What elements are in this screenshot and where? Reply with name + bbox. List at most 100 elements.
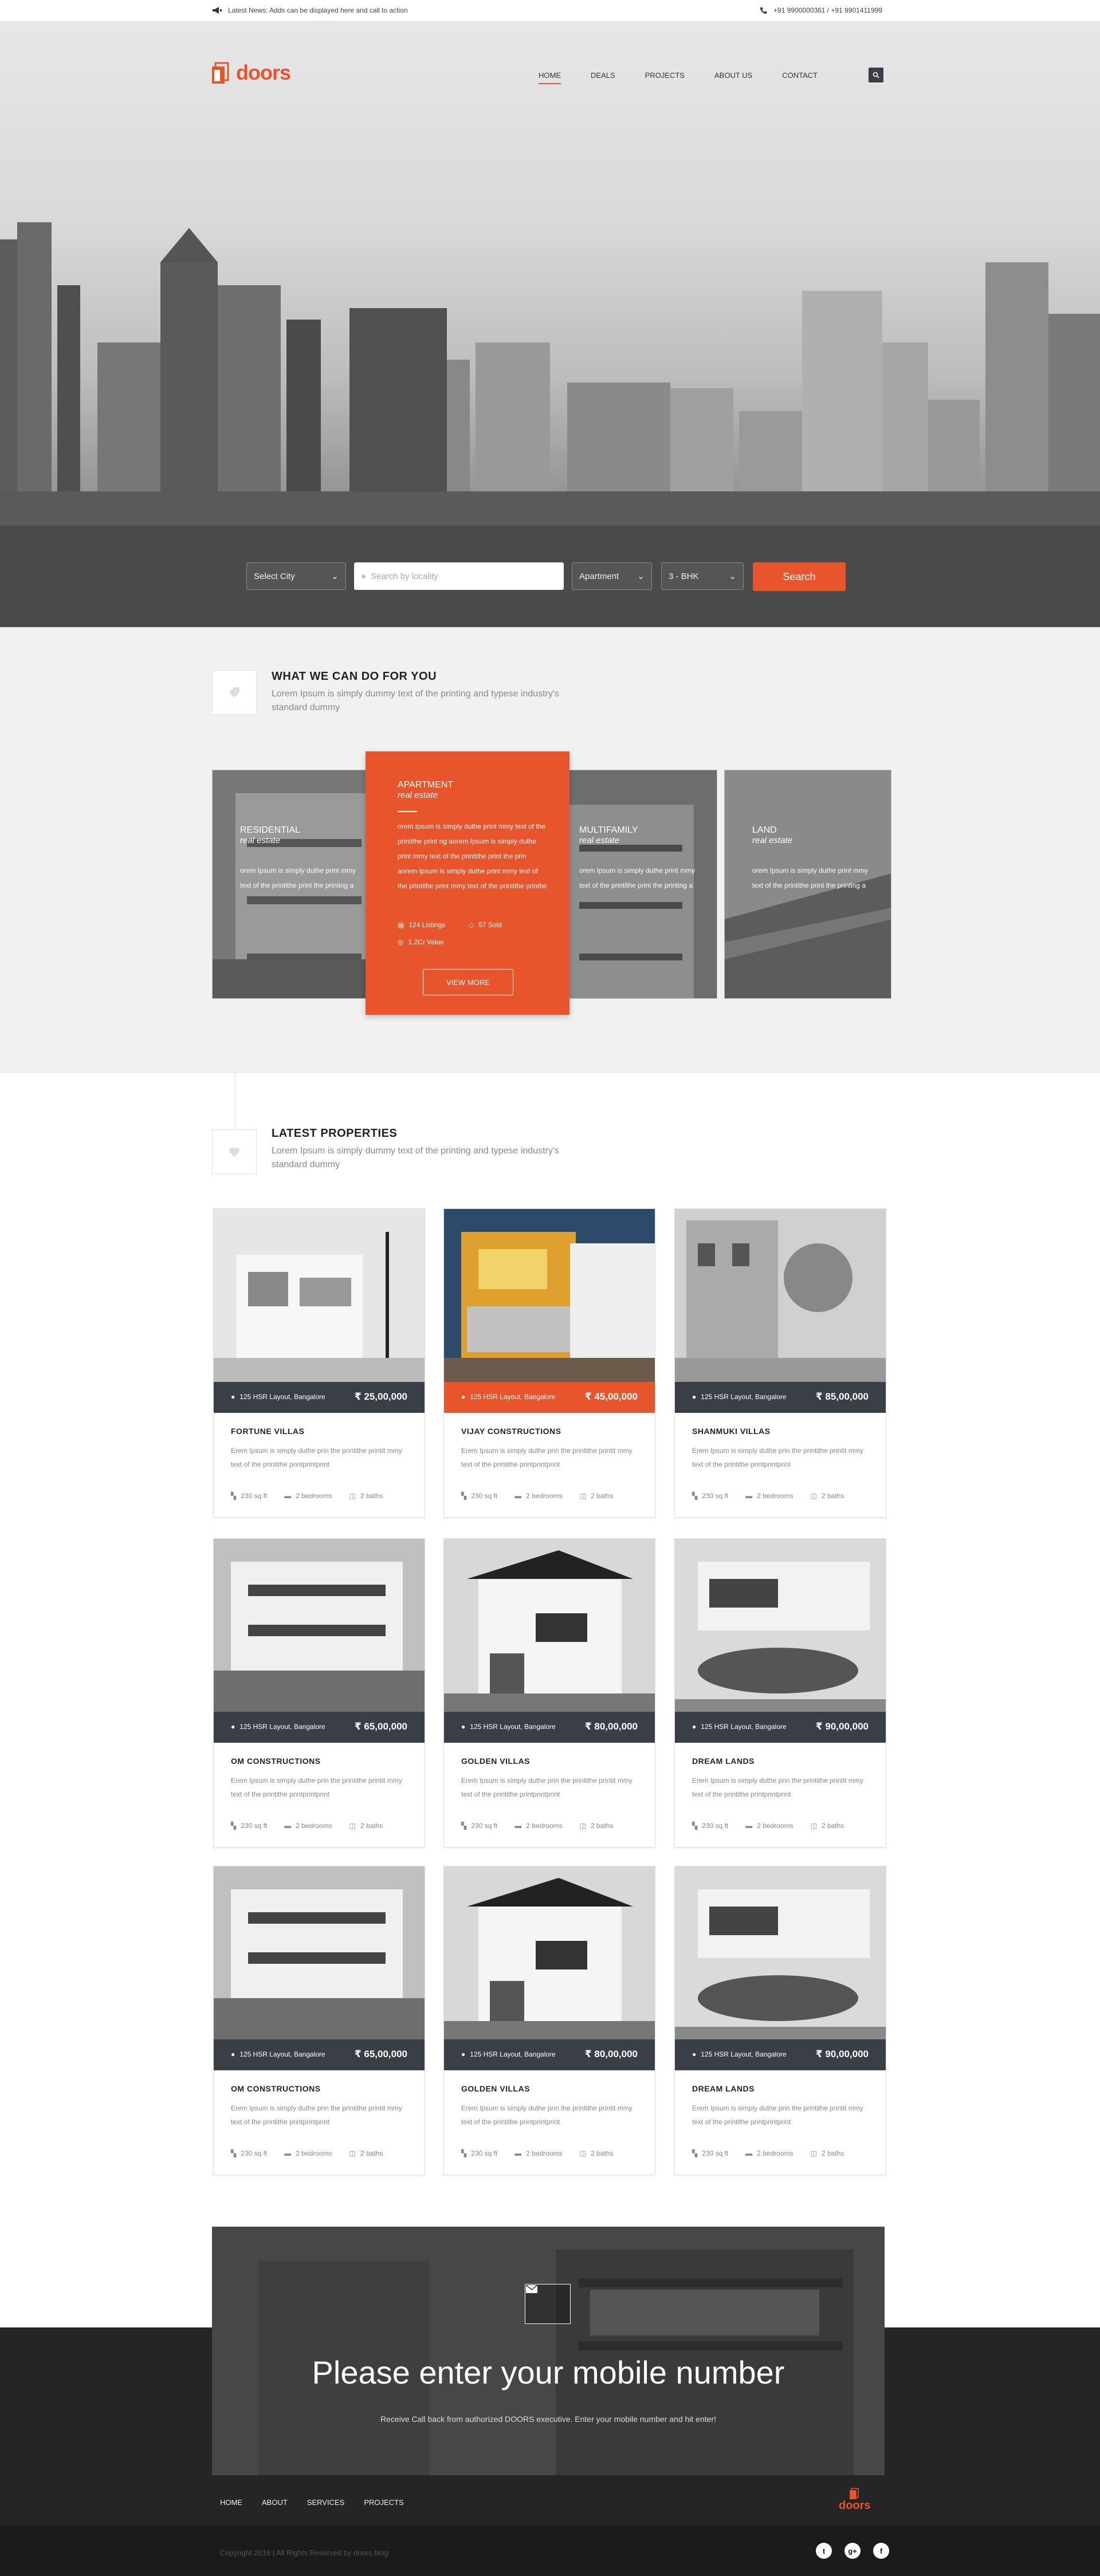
nav-home[interactable]: HOME [539,71,561,84]
property-image[interactable] [675,1209,886,1382]
phone-icon [760,7,768,14]
category-card-multifamily[interactable]: MULTIFAMILY real estate orem Ipsum is sim… [567,770,717,999]
property-info-bar: ● 125 HSR Layout, Bangalore ₹ 25,00,000 [214,1382,425,1413]
map-pin-icon: ● [231,1723,235,1731]
footer-nav-services[interactable]: SERVICES [307,2498,345,2507]
property-name[interactable]: DREAM LANDS [692,2084,755,2093]
footer-nav-home[interactable]: HOME [220,2498,242,2507]
property-name[interactable]: OM CONSTRUCTIONS [231,1756,321,1766]
search-icon[interactable] [869,68,883,82]
search-button[interactable]: Search [753,562,846,591]
category-card-apartment-featured[interactable]: APARTMENT real estate orem Ipsum is simpl… [366,751,569,1015]
property-card[interactable]: ● 125 HSR Layout, Bangalore ₹ 90,00,000 DRE… [674,1538,886,1848]
nav-contact[interactable]: CONTACT [782,71,818,84]
baths-meta: ◫ 2 baths [349,2149,383,2157]
view-more-button[interactable]: VIEW MORE [423,969,513,995]
property-name[interactable]: DREAM LANDS [692,1756,755,1766]
property-image[interactable] [214,1539,425,1712]
bed-icon: ▬ [514,2149,522,2157]
nav-projects[interactable]: PROJECTS [645,71,685,84]
footer-logo[interactable]: doors [839,2488,871,2512]
property-name[interactable]: FORTUNE VILLAS [231,1427,304,1436]
address-text: 125 HSR Layout, Bangalore [470,1393,556,1401]
property-image[interactable] [214,1209,425,1382]
bedrooms-meta: ▬ 2 bedrooms [745,1822,793,1830]
category-card-land[interactable]: LAND real estate orem Ipsum is simply dut… [724,770,891,999]
services-title: WHAT WE CAN DO FOR YOU [272,670,437,683]
property-image[interactable] [444,1539,655,1712]
property-image[interactable] [444,1866,655,2039]
map-pin-icon: ● [692,1393,697,1401]
news-text: Latest News: Adds can be displayed here … [228,6,408,14]
property-image[interactable] [675,1539,886,1712]
area-icon: ▚ [461,1492,467,1500]
footer-nav: HOME ABOUT SERVICES PROJECTS [220,2498,404,2507]
property-card[interactable]: ● 125 HSR Layout, Bangalore ₹ 80,00,000 GOL… [443,1538,655,1848]
property-meta: ▚ 230 sq ft ▬ 2 bedrooms ◫ 2 baths [231,1822,383,1830]
property-description: Erem Ipsum is simply duthe prin the prin… [231,1777,402,1798]
area-meta: ▚ 230 sq ft [692,2149,729,2157]
nav-deals[interactable]: DEALS [591,71,615,84]
baths-meta: ◫ 2 baths [349,1822,383,1830]
property-address: ● 125 HSR Layout, Bangalore [231,2050,325,2058]
address-text: 125 HSR Layout, Bangalore [701,2050,787,2058]
bed-icon: ▬ [284,1492,292,1500]
property-name[interactable]: OM CONSTRUCTIONS [231,2084,321,2093]
property-card[interactable]: ● 125 HSR Layout, Bangalore ₹ 45,00,000 VIJ… [443,1208,655,1518]
property-image[interactable] [214,1866,425,2039]
address-text: 125 HSR Layout, Bangalore [239,1393,325,1401]
category-text: orem Ipsum is simply duthe print mmy tex… [240,866,356,889]
property-card[interactable]: ● 125 HSR Layout, Bangalore ₹ 65,00,000 OM … [213,1538,425,1848]
property-address: ● 125 HSR Layout, Bangalore [461,2050,556,2058]
category-title: LAND real estate [752,825,793,845]
baths-meta: ◫ 2 baths [810,1822,844,1830]
top-bar: Latest News: Adds can be displayed here … [0,0,1100,22]
property-info-bar: ● 125 HSR Layout, Bangalore ₹ 90,00,000 [675,1712,886,1743]
newsletter-banner: Please enter your mobile number Receive … [212,2227,885,2475]
bedrooms-meta: ▬ 2 bedrooms [514,1492,563,1500]
map-pin-icon: ● [361,571,367,581]
address-text: 125 HSR Layout, Bangalore [470,2050,556,2058]
city-select[interactable]: Select City ⌄ [246,562,346,590]
property-image[interactable] [675,1866,886,2039]
property-info-bar: ● 125 HSR Layout, Bangalore ₹ 45,00,000 [444,1382,655,1413]
property-address: ● 125 HSR Layout, Bangalore [461,1393,556,1401]
nav-about-us[interactable]: ABOUT US [714,71,752,84]
property-name[interactable]: SHANMUKI VILLAS [692,1427,771,1436]
footer-nav-about[interactable]: ABOUT [262,2498,288,2507]
newsletter-title: Please enter your mobile number [312,2354,785,2390]
footer-nav-projects[interactable]: PROJECTS [364,2498,403,2507]
property-image[interactable] [444,1209,655,1382]
contact-phone[interactable]: +91 9900000361 / +91 9901411999 [760,6,882,14]
category-card-residential[interactable]: RESIDENTIAL real estate orem Ipsum is sim… [212,770,368,999]
property-meta: ▚ 230 sq ft ▬ 2 bedrooms ◫ 2 baths [692,1492,844,1500]
bhk-select[interactable]: 3 - BHK ⌄ [661,562,744,590]
property-card[interactable]: ● 125 HSR Layout, Bangalore ₹ 25,00,000 FOR… [213,1208,425,1518]
property-name[interactable]: VIJAY CONSTRUCTIONS [461,1427,561,1436]
property-name[interactable]: GOLDEN VILLAS [461,2084,530,2093]
address-text: 125 HSR Layout, Bangalore [701,1723,787,1731]
property-type-select[interactable]: Apartment ⌄ [572,562,652,590]
area-icon: ▚ [231,1822,237,1830]
brand-logo[interactable]: doors [212,61,291,85]
property-address: ● 125 HSR Layout, Bangalore [461,1723,556,1731]
door-logo-icon [212,62,229,84]
locality-input[interactable]: ● Search by locality [354,562,564,590]
google-plus-icon[interactable]: g+ [844,2543,861,2559]
area-icon: ▚ [461,2149,467,2157]
property-card[interactable]: ● 125 HSR Layout, Bangalore ₹ 80,00,000 GOL… [443,1866,655,2175]
property-description: Erem Ipsum is simply duthe prin the prin… [231,1447,402,1468]
property-card[interactable]: ● 125 HSR Layout, Bangalore ₹ 85,00,000 SHA… [674,1208,886,1518]
property-name[interactable]: GOLDEN VILLAS [461,1756,530,1766]
property-card[interactable]: ● 125 HSR Layout, Bangalore ₹ 90,00,000 DRE… [674,1866,886,2175]
property-card[interactable]: ● 125 HSR Layout, Bangalore ₹ 65,00,000 OM … [213,1866,425,2175]
twitter-icon[interactable]: t [816,2543,832,2559]
property-info-bar: ● 125 HSR Layout, Bangalore ₹ 80,00,000 [444,1712,655,1743]
brand-name: doors [236,61,291,84]
bath-icon: ◫ [349,2149,356,2157]
featured-text: orem Ipsum is simply duthe print mmy tex… [398,822,547,890]
area-meta: ▚ 230 sq ft [231,1492,268,1500]
tag-icon: ◇ [469,921,474,929]
bedrooms-meta: ▬ 2 bedrooms [514,1822,563,1830]
facebook-icon[interactable]: f [873,2543,889,2559]
